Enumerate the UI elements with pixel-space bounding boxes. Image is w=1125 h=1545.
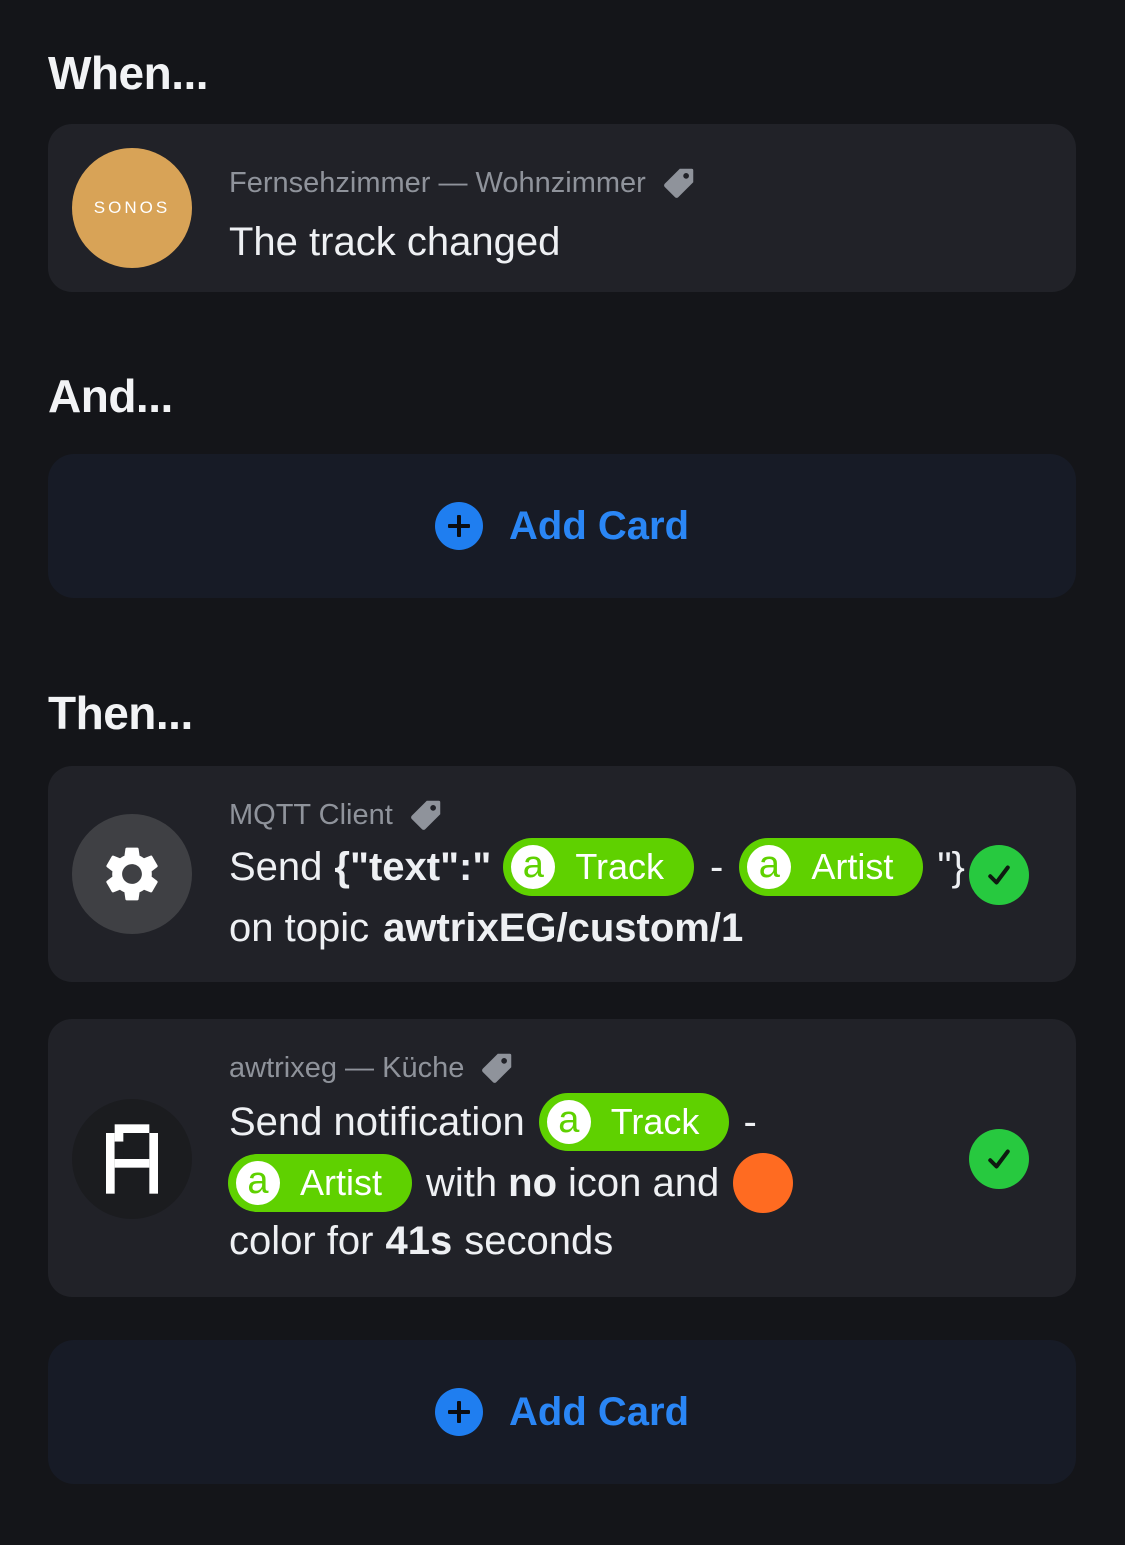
awtrix-action-line-1: Send notification a Track - xyxy=(229,1093,757,1151)
gear-icon xyxy=(106,847,158,901)
icon-value: no xyxy=(508,1160,558,1205)
awtrix-meta: awtrixeg — Küche xyxy=(229,1049,516,1087)
payload-start: {"text":" xyxy=(334,844,492,889)
sonos-logo-text: SONOS xyxy=(93,198,171,217)
token-track-label: Track xyxy=(575,846,665,887)
add-condition-card-button[interactable]: Add Card xyxy=(48,454,1076,598)
mqtt-device-name: MQTT Client xyxy=(229,798,393,831)
dash-separator: - xyxy=(743,1099,757,1144)
awtrix-avatar xyxy=(72,1099,192,1219)
awtrix-action-line-3: color for 41s seconds xyxy=(229,1219,613,1264)
color-for-text: color for xyxy=(229,1219,374,1263)
seconds-text: seconds xyxy=(464,1219,614,1263)
mqtt-action-line-1: Send {"text":" a Track - a Artist "} xyxy=(229,838,965,896)
mqtt-meta: MQTT Client xyxy=(229,796,445,834)
send-text: Send xyxy=(229,844,323,889)
mqtt-avatar xyxy=(72,814,192,934)
tag-icon[interactable] xyxy=(407,796,445,834)
awtrix-action-card[interactable]: awtrixeg — Küche Send notification a Tra… xyxy=(48,1019,1076,1297)
section-title-then: Then... xyxy=(48,687,193,739)
duration-value: 41s xyxy=(385,1219,453,1263)
on-topic-text: on topic xyxy=(229,906,370,950)
icon-and-text: icon and xyxy=(568,1160,720,1205)
token-icon: a xyxy=(511,845,556,889)
plus-circle-icon xyxy=(435,502,483,550)
section-title-and: And... xyxy=(48,370,173,422)
status-check-icon xyxy=(969,845,1029,905)
status-check-icon xyxy=(969,1129,1029,1189)
awtrix-action-line-2: a Artist with no icon and xyxy=(228,1153,794,1213)
token-track[interactable]: a Track xyxy=(538,1093,730,1151)
with-text: with xyxy=(426,1160,498,1205)
trigger-title: The track changed xyxy=(229,220,561,264)
tag-icon[interactable] xyxy=(478,1049,516,1087)
token-track[interactable]: a Track xyxy=(503,838,695,896)
payload-end: "} xyxy=(937,844,965,889)
token-artist[interactable]: a Artist xyxy=(739,838,924,896)
add-card-label: Add Card xyxy=(509,503,689,548)
token-track-label: Track xyxy=(610,1101,700,1142)
topic-value: awtrixEG/custom/1 xyxy=(383,906,744,950)
mqtt-action-line-2: on topic awtrixEG/custom/1 xyxy=(229,906,743,951)
token-icon: a xyxy=(546,1100,591,1144)
section-title-when: When... xyxy=(48,47,209,99)
send-notification-text: Send notification xyxy=(229,1099,525,1144)
trigger-meta: Fernsehzimmer — Wohnzimmer xyxy=(229,164,698,202)
awtrix-logo-icon xyxy=(106,1124,158,1194)
sonos-avatar: SONOS xyxy=(72,148,192,268)
trigger-card[interactable]: SONOS Fernsehzimmer — Wohnzimmer The tra… xyxy=(48,124,1076,292)
trigger-device-zone: Fernsehzimmer — Wohnzimmer xyxy=(229,166,646,199)
color-swatch[interactable] xyxy=(733,1153,794,1213)
mqtt-action-card[interactable]: MQTT Client Send {"text":" a Track - a A… xyxy=(48,766,1076,982)
awtrix-device-zone: awtrixeg — Küche xyxy=(229,1051,465,1084)
token-artist[interactable]: a Artist xyxy=(228,1154,413,1212)
token-icon: a xyxy=(236,1161,280,1205)
add-action-card-button[interactable]: Add Card xyxy=(48,1340,1076,1484)
token-icon: a xyxy=(747,845,792,889)
tag-icon[interactable] xyxy=(660,164,698,202)
dash-separator: - xyxy=(710,844,724,889)
plus-circle-icon xyxy=(435,1388,483,1436)
token-artist-label: Artist xyxy=(300,1162,383,1203)
token-artist-label: Artist xyxy=(811,846,894,887)
add-card-label: Add Card xyxy=(509,1389,689,1434)
